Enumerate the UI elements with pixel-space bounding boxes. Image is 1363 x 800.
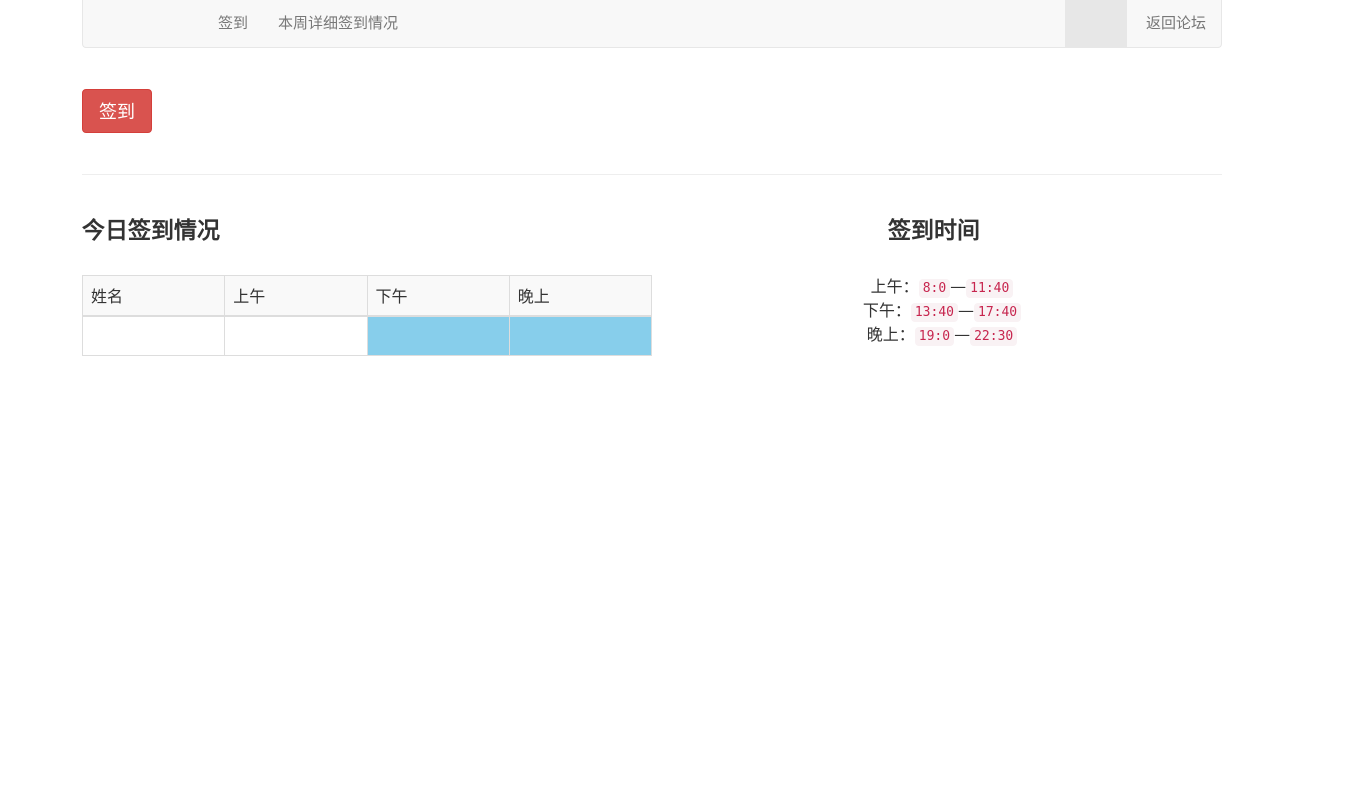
time-label: 晚上： [866, 325, 915, 344]
nav-link-sign[interactable]: 签到 [203, 0, 263, 47]
time-label: 上午： [870, 277, 919, 296]
time-start: 13:40 [910, 303, 958, 322]
nav-active-item[interactable] [1065, 0, 1127, 47]
time-end: 11:40 [966, 279, 1014, 298]
nav-link-back-to-forum[interactable]: 返回论坛 [1131, 0, 1221, 47]
time-separator: — [950, 277, 967, 296]
sign-time-list: 上午： 8:0—11:40 下午： 13:40—17:40 晚上： 19:0—22:3… [827, 275, 1057, 347]
sign-in-button[interactable]: 签到 [82, 89, 152, 133]
time-start: 19:0 [914, 327, 955, 346]
time-separator: — [954, 325, 971, 344]
time-label: 下午： [862, 301, 911, 320]
table-cell-name [81, 315, 226, 356]
table-cell-afternoon [366, 315, 510, 356]
nav-link-weekly-detail[interactable]: 本周详细签到情况 [263, 0, 413, 47]
nav-right: 返回论坛 [1131, 0, 1221, 47]
table-cell-evening [508, 315, 653, 356]
sign-time-title: 签到时间 [888, 218, 980, 244]
column-header-morning: 上午 [224, 275, 368, 317]
time-start: 8:0 [918, 279, 951, 298]
time-end: 22:30 [970, 327, 1018, 346]
time-row-evening: 晚上： 19:0—22:30 [827, 323, 1057, 347]
today-status-table: 姓名 上午 下午 晚上 [81, 275, 653, 356]
time-row-afternoon: 下午： 13:40—17:40 [827, 299, 1057, 323]
today-status-title: 今日签到情况 [82, 218, 220, 244]
column-header-afternoon: 下午 [366, 275, 510, 317]
table-header-row: 姓名 上午 下午 晚上 [81, 275, 653, 317]
column-header-evening: 晚上 [508, 275, 653, 317]
navbar: 签到 本周详细签到情况 返回论坛 [82, 0, 1222, 48]
divider [82, 174, 1222, 175]
time-end: 17:40 [974, 303, 1022, 322]
nav-left: 签到 本周详细签到情况 [203, 0, 413, 47]
table-cell-morning [224, 315, 368, 356]
column-header-name: 姓名 [81, 275, 226, 317]
table-row [81, 315, 653, 356]
time-row-morning: 上午： 8:0—11:40 [827, 275, 1057, 299]
page-container: 签到 本周详细签到情况 返回论坛 签到 今日签到情况 签到时间 姓名 上午 下午… [81, 0, 1222, 356]
time-separator: — [958, 301, 974, 320]
